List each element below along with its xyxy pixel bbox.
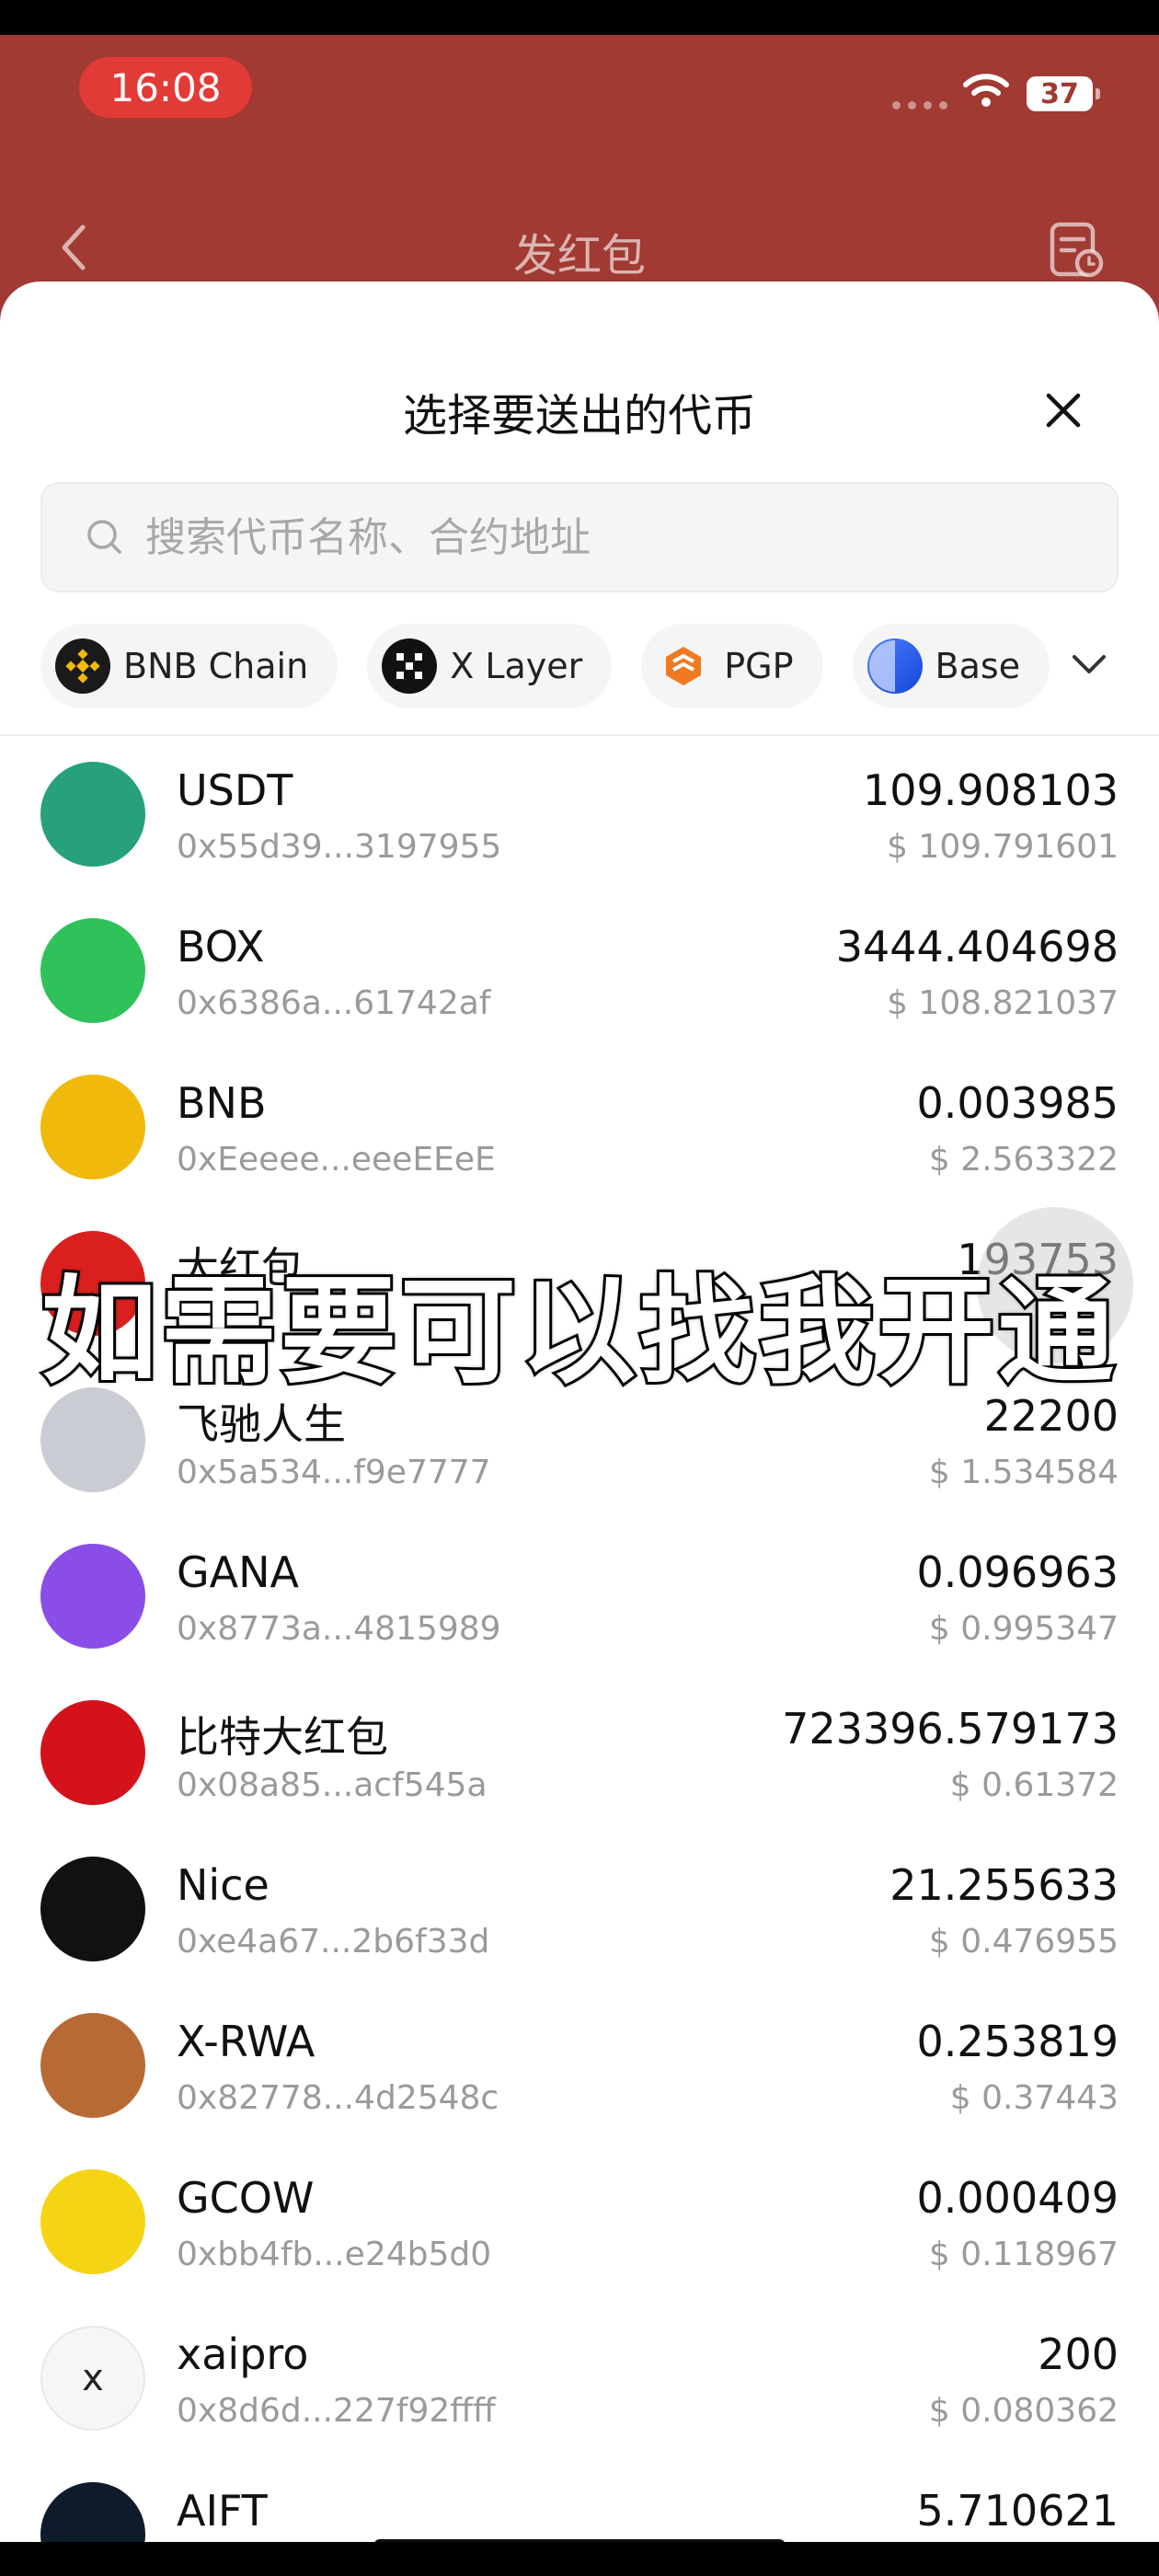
chip-label: PGP xyxy=(724,646,794,686)
token-balance: 3444.404698 xyxy=(835,922,1119,972)
chain-filter-chips: BNB Chain X Layer PGP Base xyxy=(40,624,1050,708)
token-row[interactable]: GCOW 0xbb4fb...e24b5d0 0.000409 $ 0.118967 xyxy=(0,2145,1159,2302)
record-button[interactable] xyxy=(1047,221,1106,283)
token-address: 0x55d39...3197955 xyxy=(177,828,502,866)
token-row[interactable]: BNB 0xEeeee...eeeEEeE 0.003985 $ 2.563322 xyxy=(0,1051,1159,1207)
bit-red-packet-icon xyxy=(40,1700,145,1805)
close-button[interactable] xyxy=(1038,385,1089,436)
token-name: GANA xyxy=(177,1547,299,1597)
token-address: 0x82778...4d2548c xyxy=(177,2079,499,2117)
x-rwa-icon xyxy=(40,2013,145,2118)
token-row[interactable]: AIFT0xb3e80...c9a8b695.710621$ 0.0702 xyxy=(0,2458,1159,2542)
token-row[interactable]: GANA 0x8773a...4815989 0.096963 $ 0.995347 xyxy=(0,1520,1159,1676)
token-row[interactable]: Nice 0xe4a67...2b6f33d 21.255633 $ 0.476955 xyxy=(0,1833,1159,1989)
token-usd-value: $ 108.821037 xyxy=(887,984,1119,1022)
token-row[interactable]: 比特大红包 0x08a85...acf545a 723396.579173 $ 0.6… xyxy=(0,1676,1159,1833)
token-usd-value: $ 0.37443 xyxy=(949,2079,1119,2117)
token-balance: 5.710621 xyxy=(916,2486,1119,2536)
token-name: X-RWA xyxy=(177,2017,316,2066)
token-usd-value: $ 2.563322 xyxy=(928,1141,1119,1179)
token-address: 0x08a85...acf545a xyxy=(177,1766,488,1804)
search-icon xyxy=(87,520,121,554)
chain-chip-bnb[interactable]: BNB Chain xyxy=(40,624,339,708)
history-record-icon xyxy=(1050,222,1104,278)
token-usd-value: $ 0.118967 xyxy=(928,2236,1119,2273)
app-screen: 16:08 37 发红包 选择要送出的代币 搜索代币名称、合约地址 BNB Ch… xyxy=(0,35,1159,2542)
token-name: xaipro xyxy=(177,2329,309,2379)
home-indicator[interactable] xyxy=(373,2539,786,2542)
chip-label: Base xyxy=(935,646,1021,686)
token-select-sheet: 选择要送出的代币 BNB Chain xyxy=(0,282,1159,2542)
sheet-title: 选择要送出的代币 xyxy=(402,390,756,442)
token-balance: 0.003985 xyxy=(916,1078,1119,1128)
token-address: 0x6386a...61742af xyxy=(177,984,491,1022)
token-name: 比特大红包 xyxy=(177,1712,388,1762)
gcow-icon xyxy=(40,2169,145,2274)
token-address: 0xEeeee...eeeEEeE xyxy=(177,1141,496,1179)
usdt-icon xyxy=(40,762,145,867)
token-usd-value: $ 1.534584 xyxy=(928,1454,1119,1491)
chain-chip-x-layer[interactable]: X Layer xyxy=(367,624,613,708)
page-title: 发红包 xyxy=(512,230,646,282)
wifi-icon xyxy=(963,74,1009,107)
pgp-icon xyxy=(656,638,711,694)
token-usd-value: $ 0.61372 xyxy=(949,1766,1119,1804)
chevron-down-icon xyxy=(1073,655,1106,673)
token-usd-value: $ 0.476955 xyxy=(928,1923,1119,1961)
token-row[interactable]: BOX 0x6386a...61742af 3444.404698 $ 108.821… xyxy=(0,894,1159,1051)
search-box[interactable] xyxy=(40,482,1119,592)
chip-label: X Layer xyxy=(450,646,583,686)
box-icon xyxy=(40,918,145,1023)
close-icon xyxy=(1046,393,1081,428)
token-balance: 0.096963 xyxy=(916,1547,1119,1597)
divider xyxy=(0,734,1159,736)
token-usd-value: $ 0.080362 xyxy=(928,2392,1119,2430)
token-address: 0xbb4fb...e24b5d0 xyxy=(177,2236,492,2273)
bnb-chain-icon xyxy=(55,638,110,694)
aift-icon xyxy=(40,2482,145,2542)
token-usd-value: $ 0.995347 xyxy=(928,1610,1119,1648)
token-name: USDT xyxy=(177,765,293,815)
token-balance: 0.000409 xyxy=(916,2173,1119,2223)
token-row[interactable]: X-RWA 0x82778...4d2548c 0.253819 $ 0.37443 xyxy=(0,1989,1159,2145)
gana-icon xyxy=(40,1544,145,1649)
token-address: 0x8773a...4815989 xyxy=(177,1610,501,1648)
token-balance: 21.255633 xyxy=(889,1860,1119,1910)
token-balance: 0.253819 xyxy=(916,2017,1119,2066)
signal-icon xyxy=(892,101,947,109)
base-icon xyxy=(866,638,923,694)
overlay-caption: 如需要可以找我开通 xyxy=(39,1261,1118,1402)
token-name: Nice xyxy=(177,1860,270,1910)
token-row[interactable]: x xaipro 0x8d6d...227f92ffff 200 $ 0.080362 xyxy=(0,2302,1159,2458)
bnb-icon xyxy=(40,1075,145,1179)
token-address: 0xe4a67...2b6f33d xyxy=(177,1923,490,1961)
token-address: 0x5a534...f9e7777 xyxy=(177,1454,491,1491)
token-name: GCOW xyxy=(177,2173,315,2223)
chip-label: BNB Chain xyxy=(123,646,309,686)
token-row[interactable]: USDT 0x55d39...3197955 109.908103 $ 109.791… xyxy=(0,738,1159,894)
status-time: 16:08 xyxy=(79,57,252,118)
x-layer-icon xyxy=(382,638,438,694)
token-address: 0x8d6d...227f92ffff xyxy=(177,2392,496,2430)
token-name: AIFT xyxy=(177,2486,268,2536)
chain-chip-base[interactable]: Base xyxy=(852,624,1050,708)
battery-indicator: 37 xyxy=(1027,76,1100,111)
chain-chip-pgp[interactable]: PGP xyxy=(641,624,823,708)
token-balance: 200 xyxy=(1038,2329,1119,2379)
search-input[interactable] xyxy=(145,513,1065,561)
xaipro-icon: x xyxy=(40,2326,145,2431)
token-list: USDT 0x55d39...3197955 109.908103 $ 109.791… xyxy=(0,738,1159,2542)
expand-chains-button[interactable] xyxy=(1069,650,1109,681)
token-balance: 723396.579173 xyxy=(782,1704,1119,1754)
token-name: BOX xyxy=(177,922,265,972)
token-usd-value: $ 109.791601 xyxy=(887,828,1119,866)
token-name: BNB xyxy=(177,1078,267,1128)
token-balance: 109.908103 xyxy=(862,765,1119,815)
nice-icon xyxy=(40,1857,145,1961)
